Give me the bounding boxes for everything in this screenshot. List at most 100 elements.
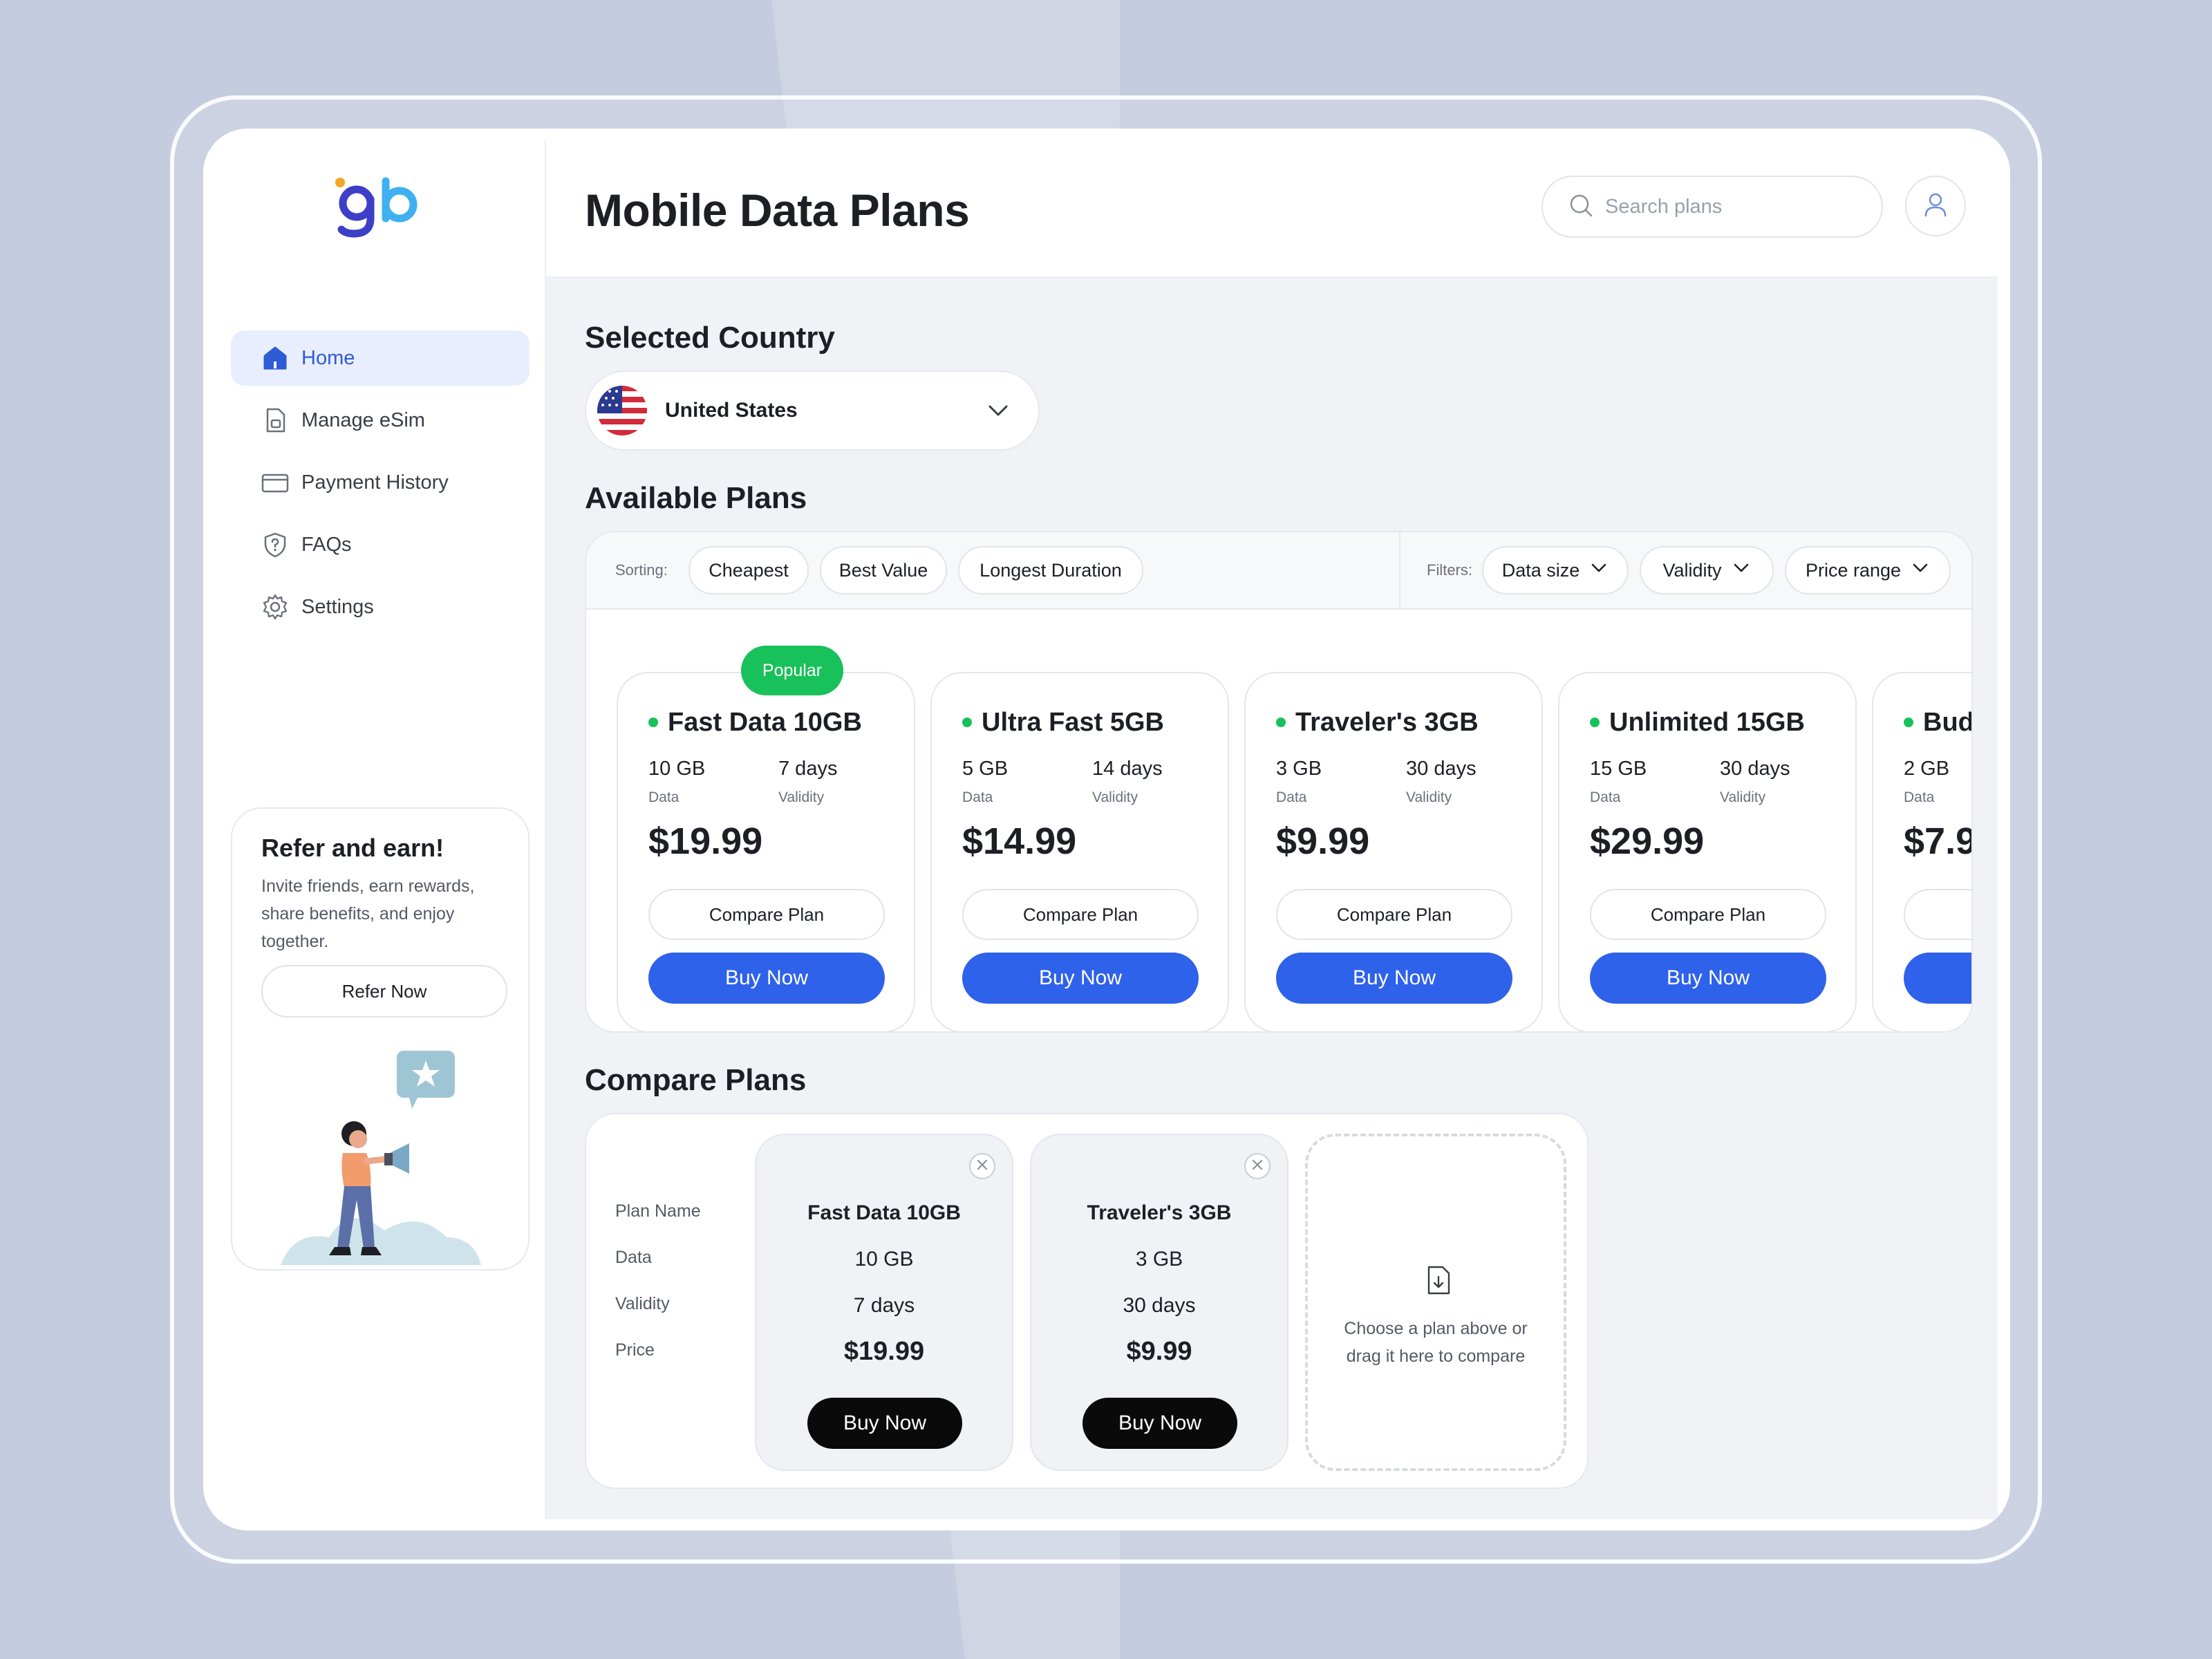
filter-label: Data size bbox=[1501, 559, 1580, 581]
refer-description: Invite friends, earn rewards, share bene… bbox=[261, 877, 475, 951]
compare-column: Fast Data 10GB 10 GB 7 days $19.99 Buy N… bbox=[755, 1134, 1013, 1471]
buy-now-button[interactable]: Buy Now bbox=[962, 953, 1199, 1004]
remove-compare-button[interactable] bbox=[969, 1153, 995, 1179]
compare-plans-panel: Plan Name Data Validity Price Fast Data … bbox=[585, 1113, 1588, 1489]
available-plans-panel: Sorting: Cheapest Best Value Longest Dur… bbox=[585, 531, 1973, 1033]
compare-row-label: Data bbox=[615, 1248, 652, 1267]
compare-plan-price: $9.99 bbox=[1126, 1337, 1192, 1366]
filter-data-size-dropdown[interactable]: Data size bbox=[1482, 546, 1629, 594]
plan-validity-label: Validity bbox=[1720, 789, 1766, 805]
main-content: Mobile Data Plans Selected Country bbox=[546, 140, 1998, 1519]
sidebar-item-payment-history[interactable]: Payment History bbox=[231, 455, 529, 510]
sort-cheapest-chip[interactable]: Cheapest bbox=[688, 546, 809, 594]
filters-label: Filters: bbox=[1427, 561, 1472, 579]
file-download-icon bbox=[1425, 1265, 1452, 1299]
status-dot bbox=[1904, 718, 1913, 727]
buy-now-button[interactable]: Buy Now bbox=[1082, 1398, 1237, 1449]
sort-best-value-chip[interactable]: Best Value bbox=[820, 546, 947, 594]
plan-name: Fast Data 10GB bbox=[668, 708, 862, 737]
buy-now-button[interactable] bbox=[1904, 953, 1971, 1004]
compare-plan-button[interactable]: Compare Plan bbox=[1276, 889, 1512, 940]
status-dot bbox=[962, 718, 972, 727]
compare-plan-button[interactable]: Co bbox=[1904, 889, 1971, 940]
compare-plans-heading: Compare Plans bbox=[585, 1063, 807, 1097]
sidebar-item-faqs[interactable]: FAQs bbox=[231, 517, 529, 572]
plan-data-label: Data bbox=[1904, 789, 1935, 805]
chevron-down-icon bbox=[1911, 559, 1930, 583]
plan-validity-value: 30 days bbox=[1406, 758, 1477, 780]
chevron-down-icon bbox=[1589, 559, 1609, 583]
plan-data-value: 10 GB bbox=[648, 758, 706, 780]
sidebar-item-label: Settings bbox=[301, 595, 374, 618]
drop-zone-text: Choose a plan above or drag it here to c… bbox=[1344, 1319, 1528, 1366]
country-name: United States bbox=[665, 399, 798, 422]
refer-card: Refer and earn! Invite friends, earn rew… bbox=[231, 807, 529, 1271]
buy-now-button[interactable]: Buy Now bbox=[648, 953, 885, 1004]
compare-row-label: Price bbox=[615, 1340, 655, 1360]
buy-now-button[interactable]: Buy Now bbox=[1276, 953, 1512, 1004]
gear-icon bbox=[261, 593, 289, 621]
plan-price: $9.99 bbox=[1276, 821, 1370, 862]
sidebar-item-label: FAQs bbox=[301, 533, 352, 556]
user-profile-button[interactable] bbox=[1905, 176, 1966, 236]
top-header: Mobile Data Plans bbox=[546, 140, 1998, 278]
sidebar-item-settings[interactable]: Settings bbox=[231, 579, 529, 635]
plan-name: Budg bbox=[1923, 708, 1973, 737]
compare-plan-button[interactable]: Compare Plan bbox=[962, 889, 1199, 940]
plan-card: Traveler's 3GB 3 GB 30 days Data Validit… bbox=[1244, 672, 1543, 1031]
search-input[interactable] bbox=[1605, 195, 1854, 218]
megaphone-illustration bbox=[274, 1030, 495, 1269]
sidebar-item-home[interactable]: Home bbox=[231, 330, 529, 386]
filter-label: Price range bbox=[1805, 559, 1902, 581]
status-dot bbox=[1276, 718, 1286, 727]
status-dot bbox=[648, 718, 658, 727]
plan-price: $7.9 bbox=[1904, 821, 1973, 862]
remove-compare-button[interactable] bbox=[1244, 1153, 1271, 1179]
buy-now-button[interactable]: Buy Now bbox=[807, 1398, 962, 1449]
compare-drop-zone[interactable]: Choose a plan above or drag it here to c… bbox=[1305, 1134, 1566, 1471]
filter-price-range-dropdown[interactable]: Price range bbox=[1785, 546, 1951, 594]
filter-label: Validity bbox=[1662, 559, 1722, 581]
compare-plan-button[interactable]: Compare Plan bbox=[648, 889, 885, 940]
plan-validity-value: 14 days bbox=[1092, 758, 1163, 780]
status-dot bbox=[1590, 718, 1600, 727]
buy-now-button[interactable]: Buy Now bbox=[1590, 953, 1826, 1004]
sidebar-item-manage-esim[interactable]: Manage eSim bbox=[231, 393, 529, 448]
country-dropdown[interactable]: United States bbox=[585, 371, 1040, 451]
sidebar-nav: Home Manage eSim Payment History FAQs Se… bbox=[231, 330, 529, 641]
plan-name: Unlimited 15GB bbox=[1609, 708, 1805, 737]
plan-validity-label: Validity bbox=[1406, 789, 1452, 805]
plan-validity-value: 7 days bbox=[778, 758, 838, 780]
plan-data-label: Data bbox=[962, 789, 993, 805]
plan-data-value: 3 GB bbox=[1276, 758, 1322, 780]
plan-card: Budg 2 GB Data $7.9 Co bbox=[1872, 672, 1973, 1031]
filter-validity-dropdown[interactable]: Validity bbox=[1640, 546, 1774, 594]
plan-card: Unlimited 15GB 15 GB 30 days Data Validi… bbox=[1558, 672, 1857, 1031]
help-shield-icon bbox=[261, 531, 289, 559]
page-title: Mobile Data Plans bbox=[585, 185, 970, 236]
search-box[interactable] bbox=[1541, 176, 1883, 238]
sorting-label: Sorting: bbox=[615, 561, 668, 579]
toolbar-divider bbox=[1399, 532, 1400, 610]
compare-plan-data: 10 GB bbox=[854, 1248, 914, 1271]
close-icon bbox=[975, 1158, 989, 1175]
plan-data-value: 5 GB bbox=[962, 758, 1009, 780]
sim-card-icon bbox=[261, 406, 289, 434]
device-screen: Home Manage eSim Payment History FAQs Se… bbox=[203, 129, 2010, 1530]
compare-plan-validity: 7 days bbox=[853, 1294, 915, 1317]
brand-logo[interactable] bbox=[324, 176, 420, 238]
refer-now-button[interactable]: Refer Now bbox=[261, 965, 507, 1018]
plan-data-label: Data bbox=[648, 789, 679, 805]
app-window: Home Manage eSim Payment History FAQs Se… bbox=[214, 140, 1998, 1519]
plan-validity-label: Validity bbox=[778, 789, 825, 805]
plan-card: Fast Data 10GB 10 GB 7 days Data Validit… bbox=[617, 672, 915, 1031]
sort-longest-duration-chip[interactable]: Longest Duration bbox=[958, 546, 1143, 594]
compare-plan-button[interactable]: Compare Plan bbox=[1590, 889, 1826, 940]
plan-price: $29.99 bbox=[1590, 821, 1705, 862]
compare-plan-name: Fast Data 10GB bbox=[807, 1201, 961, 1224]
sort-filter-toolbar: Sorting: Cheapest Best Value Longest Dur… bbox=[586, 532, 1971, 610]
plan-data-label: Data bbox=[1276, 789, 1307, 805]
plan-name: Ultra Fast 5GB bbox=[982, 708, 1164, 737]
compare-row-label: Validity bbox=[615, 1294, 670, 1313]
compare-column: Traveler's 3GB 3 GB 30 days $9.99 Buy No… bbox=[1030, 1134, 1288, 1471]
